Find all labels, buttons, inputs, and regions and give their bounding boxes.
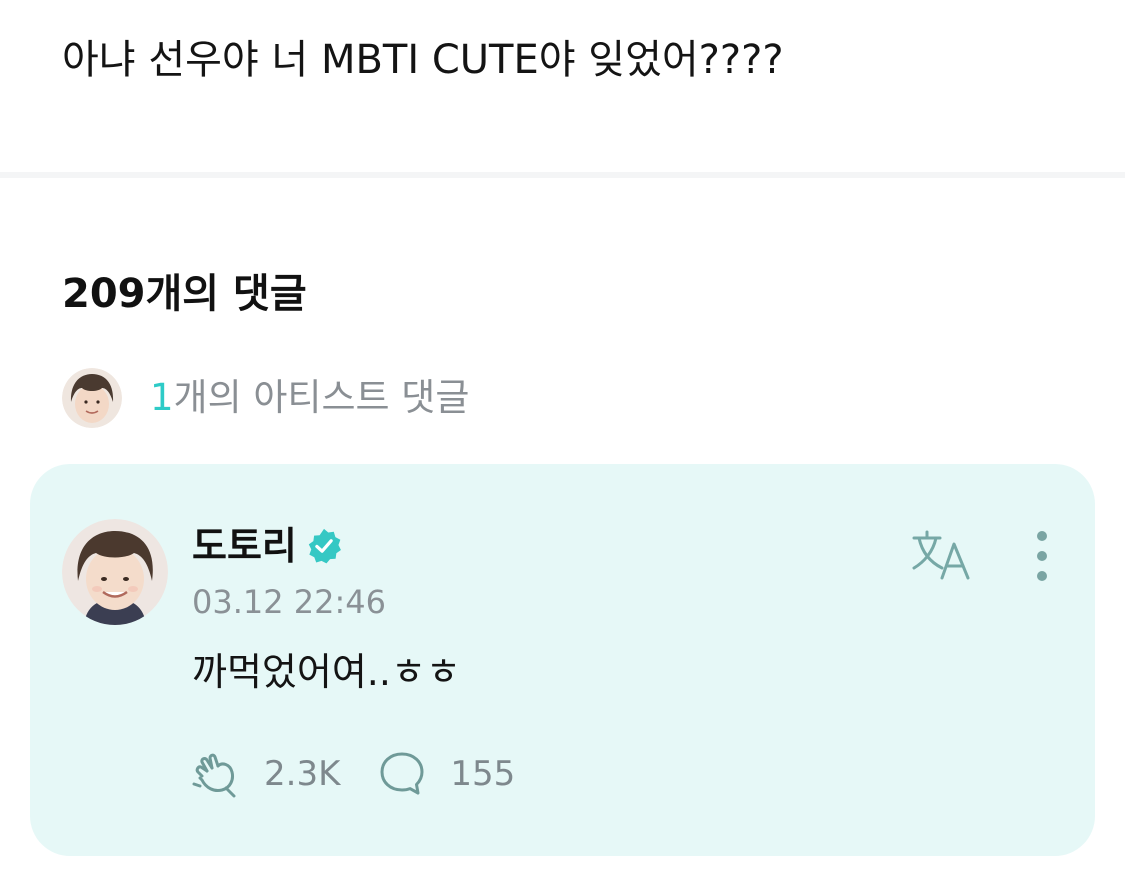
artist-comment-card: 도토리 03.12 22:46 까먹었어여..ㅎㅎ 2.3K 155 [30, 464, 1095, 856]
reply-count: 155 [450, 754, 516, 794]
artist-comments-count: 1 [150, 376, 174, 419]
comment-actions: 2.3K 155 [192, 750, 553, 798]
verified-badge-icon [308, 528, 341, 564]
author-row: 도토리 [192, 520, 343, 572]
avatar[interactable] [62, 519, 168, 625]
cheer-like-icon [192, 753, 236, 798]
author-name[interactable]: 도토리 [192, 520, 297, 572]
post-text: 아냐 선우야 너 MBTI CUTE야 잊었어???? [62, 37, 784, 83]
artist-mini-avatar [62, 368, 122, 428]
speech-bubble-icon [380, 752, 424, 795]
translate-icon [912, 530, 970, 580]
more-options-button[interactable] [1022, 528, 1062, 584]
comment-timestamp: 03.12 22:46 [192, 583, 386, 621]
section-divider [0, 172, 1125, 178]
artist-comments-label: 개의 아티스트 댓글 [173, 376, 470, 419]
comment-body: 까먹었어여..ㅎㅎ [192, 650, 461, 694]
artist-comments-link[interactable]: 1개의 아티스트 댓글 [62, 368, 469, 428]
reply-button[interactable]: 155 [378, 750, 515, 798]
comments-count-heading: 209개의 댓글 [62, 271, 307, 317]
more-vertical-icon [1037, 531, 1047, 581]
artist-comments-text: 1개의 아티스트 댓글 [150, 368, 469, 428]
translate-button[interactable] [910, 528, 974, 584]
like-count: 2.3K [264, 754, 341, 794]
like-button[interactable]: 2.3K [192, 750, 340, 798]
